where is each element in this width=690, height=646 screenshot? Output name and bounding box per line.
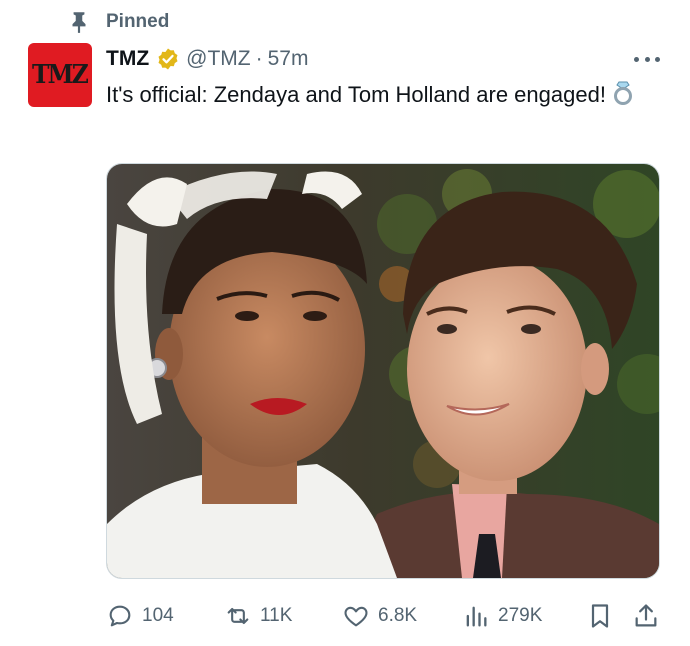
reply-button[interactable]: 104 bbox=[106, 598, 174, 634]
pinned-label: Pinned bbox=[106, 11, 170, 32]
ring-icon bbox=[613, 81, 632, 105]
separator-dot: · bbox=[255, 47, 263, 70]
author-handle[interactable]: @TMZ bbox=[186, 47, 250, 71]
share-button[interactable] bbox=[632, 598, 660, 634]
retweet-count: 11K bbox=[260, 605, 293, 626]
pin-icon bbox=[72, 12, 86, 33]
reply-count: 104 bbox=[142, 605, 174, 626]
tweet-header: TMZ @TMZ · 57m bbox=[106, 44, 308, 74]
views-icon bbox=[466, 606, 487, 627]
verified-badge-icon bbox=[158, 48, 178, 70]
views-count: 279K bbox=[498, 605, 543, 626]
author-name[interactable]: TMZ bbox=[106, 47, 149, 71]
bookmark-button[interactable] bbox=[586, 598, 614, 634]
more-dot bbox=[634, 56, 639, 62]
tweet-photo[interactable] bbox=[106, 163, 660, 579]
views-button[interactable]: 279K bbox=[462, 598, 542, 634]
more-dot bbox=[655, 56, 660, 62]
tweet-action-bar: 104 11K 6.8K 279K bbox=[106, 598, 662, 634]
bookmark-icon bbox=[591, 604, 609, 628]
avatar[interactable]: TMZ bbox=[28, 43, 92, 107]
like-count: 6.8K bbox=[378, 605, 418, 626]
retweet-button[interactable]: 11K bbox=[224, 598, 292, 634]
avatar-logo-text: TMZ bbox=[32, 60, 89, 90]
more-dot bbox=[644, 56, 650, 62]
like-button[interactable]: 6.8K bbox=[342, 598, 417, 634]
tweet-timestamp[interactable]: 57m bbox=[268, 47, 309, 71]
share-icon bbox=[635, 604, 657, 627]
pinned-indicator: Pinned bbox=[66, 8, 169, 36]
photo-illustration bbox=[107, 164, 659, 578]
retweet-icon bbox=[227, 607, 249, 625]
more-options-icon[interactable] bbox=[634, 48, 660, 70]
tweet-text: It's official: Zendaya and Tom Holland a… bbox=[106, 80, 646, 110]
tweet-body: It's official: Zendaya and Tom Holland a… bbox=[106, 82, 606, 107]
heart-icon bbox=[344, 606, 368, 627]
reply-icon bbox=[109, 605, 131, 627]
